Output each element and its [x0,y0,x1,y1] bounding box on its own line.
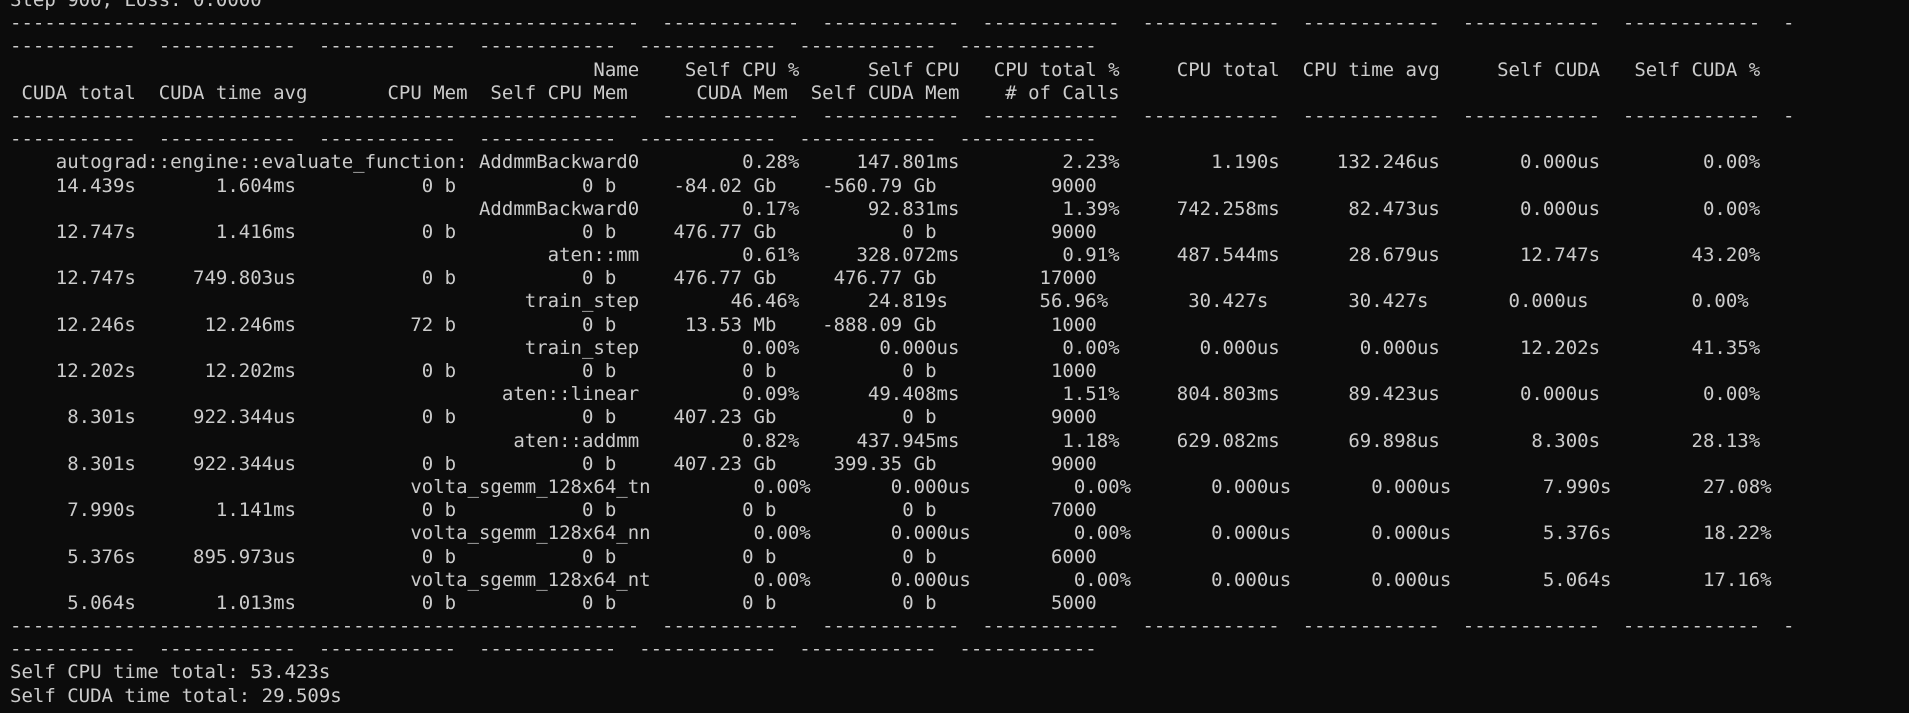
table-bottom-separator: ----------------------------------------… [10,615,1795,638]
table-header-row: Name Self CPU % Self CPU CPU total % CPU… [10,58,1761,81]
table-bottom-separator-wrap: ----------- ------------ ------------ --… [10,638,1097,661]
table-row-wrap: 14.439s 1.604ms 0 b 0 b -84.02 Gb -560.7… [10,174,1097,197]
table-row-wrap: 12.747s 749.803us 0 b 0 b 476.77 Gb 476.… [10,267,1097,290]
terminal-window[interactable]: Step 900, Loss: 0.0000 -----------------… [0,0,1909,713]
table-header-separator: ----------------------------------------… [10,104,1795,127]
table-row-wrap: 12.202s 12.202ms 0 b 0 b 0 b 0 b 1000 [10,360,1097,382]
table-top-separator: ----------------------------------------… [10,12,1795,35]
table-row: AddmmBackward0 0.17% 92.831ms 1.39% 742.… [10,197,1761,220]
table-row: volta_sgemm_128x64_nt 0.00% 0.000us 0.00… [10,568,1772,591]
table-row-wrap: 5.064s 1.013ms 0 b 0 b 0 b 0 b 5000 [10,591,1097,614]
table-row: train_step 46.46% 24.819s 56.96% 30.427s… [10,290,1749,313]
table-row: volta_sgemm_128x64_nn 0.00% 0.000us 0.00… [10,522,1772,545]
table-row-wrap: 8.301s 922.344us 0 b 0 b 407.23 Gb 0 b 9… [10,406,1097,429]
table-row: aten::addmm 0.82% 437.945ms 1.18% 629.08… [10,429,1761,452]
table-row-wrap: 12.246s 12.246ms 72 b 0 b 13.53 Mb -888.… [10,313,1097,336]
table-row: aten::linear 0.09% 49.408ms 1.51% 804.80… [10,383,1761,406]
table-row: autograd::engine::evaluate_function: Add… [10,151,1761,174]
table-row: volta_sgemm_128x64_tn 0.00% 0.000us 0.00… [10,475,1772,498]
table-row: train_step 0.00% 0.000us 0.00% 0.000us 0… [10,336,1761,359]
table-row-wrap: 12.747s 1.416ms 0 b 0 b 476.77 Gb 0 b 90… [10,220,1097,243]
status-line-step: Step 900, Loss: 0.0000 [10,0,262,11]
table-row-wrap: 8.301s 922.344us 0 b 0 b 407.23 Gb 399.3… [10,452,1097,475]
table-header-separator-wrap: ----------- ------------ ------------ --… [10,128,1097,151]
table-row-wrap: 7.990s 1.141ms 0 b 0 b 0 b 0 b 7000 [10,499,1097,522]
table-header-row-wrap: CUDA total CUDA time avg CPU Mem Self CP… [10,81,1120,104]
table-row: aten::mm 0.61% 328.072ms 0.91% 487.544ms… [10,244,1761,267]
self-cuda-time-total: Self CUDA time total: 29.509s [10,684,342,707]
table-top-separator-wrap: ----------- ------------ ------------ --… [10,35,1097,58]
terminal-output: Step 900, Loss: 0.0000 -----------------… [10,0,1905,708]
table-row-wrap: 5.376s 895.973us 0 b 0 b 0 b 0 b 6000 [10,545,1097,568]
self-cpu-time-total: Self CPU time total: 53.423s [10,661,331,684]
